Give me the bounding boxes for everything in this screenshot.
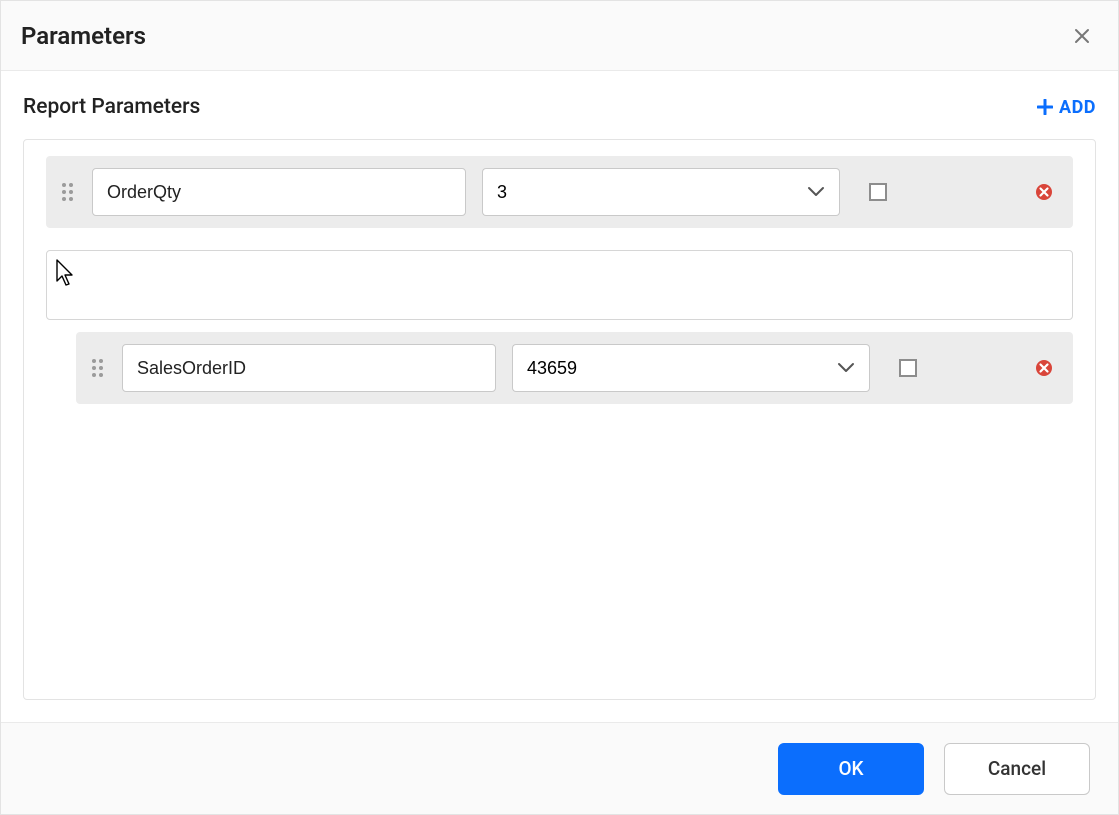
close-icon (1074, 28, 1090, 44)
chevron-down-icon (807, 186, 825, 198)
parameter-name-input[interactable] (122, 344, 496, 392)
cancel-button[interactable]: Cancel (944, 743, 1090, 795)
chevron-down-icon (837, 362, 855, 374)
parameter-value-dropdown-button[interactable] (792, 168, 840, 216)
ok-button[interactable]: OK (778, 743, 924, 795)
delete-parameter-button[interactable] (1033, 181, 1055, 203)
parameters-dialog: Parameters Report Parameters ADD (0, 0, 1119, 815)
close-button[interactable] (1070, 24, 1094, 48)
add-label: ADD (1059, 97, 1096, 118)
parameter-value-dropdown-button[interactable] (822, 344, 870, 392)
parameter-checkbox-wrap (894, 354, 922, 382)
parameter-checkbox[interactable] (869, 183, 887, 201)
delete-icon (1035, 359, 1053, 377)
cursor-icon (55, 259, 77, 287)
add-parameter-button[interactable]: ADD (1037, 97, 1096, 118)
section-header: Report Parameters ADD (23, 89, 1096, 125)
drag-handle[interactable] (88, 355, 106, 381)
drag-handle-icon (92, 359, 103, 377)
delete-parameter-button[interactable] (1033, 357, 1055, 379)
plus-icon (1037, 99, 1053, 115)
parameter-checkbox-wrap (864, 178, 892, 206)
parameter-row (46, 156, 1073, 228)
section-title: Report Parameters (23, 95, 200, 119)
parameter-name-input[interactable] (92, 168, 466, 216)
parameter-value-combo (482, 168, 840, 216)
drop-placeholder (46, 250, 1073, 320)
dialog-footer: OK Cancel (1, 722, 1118, 814)
parameter-value-input[interactable] (482, 168, 792, 216)
drag-handle[interactable] (58, 179, 76, 205)
delete-icon (1035, 183, 1053, 201)
parameters-panel (23, 139, 1096, 700)
parameter-value-input[interactable] (512, 344, 822, 392)
parameter-value-combo (512, 344, 870, 392)
drag-handle-icon (62, 183, 73, 201)
dialog-body: Report Parameters ADD (1, 71, 1118, 722)
dialog-title: Parameters (21, 22, 146, 50)
parameter-row-dragging[interactable] (76, 332, 1073, 404)
dialog-header: Parameters (1, 1, 1118, 71)
parameter-checkbox[interactable] (899, 359, 917, 377)
